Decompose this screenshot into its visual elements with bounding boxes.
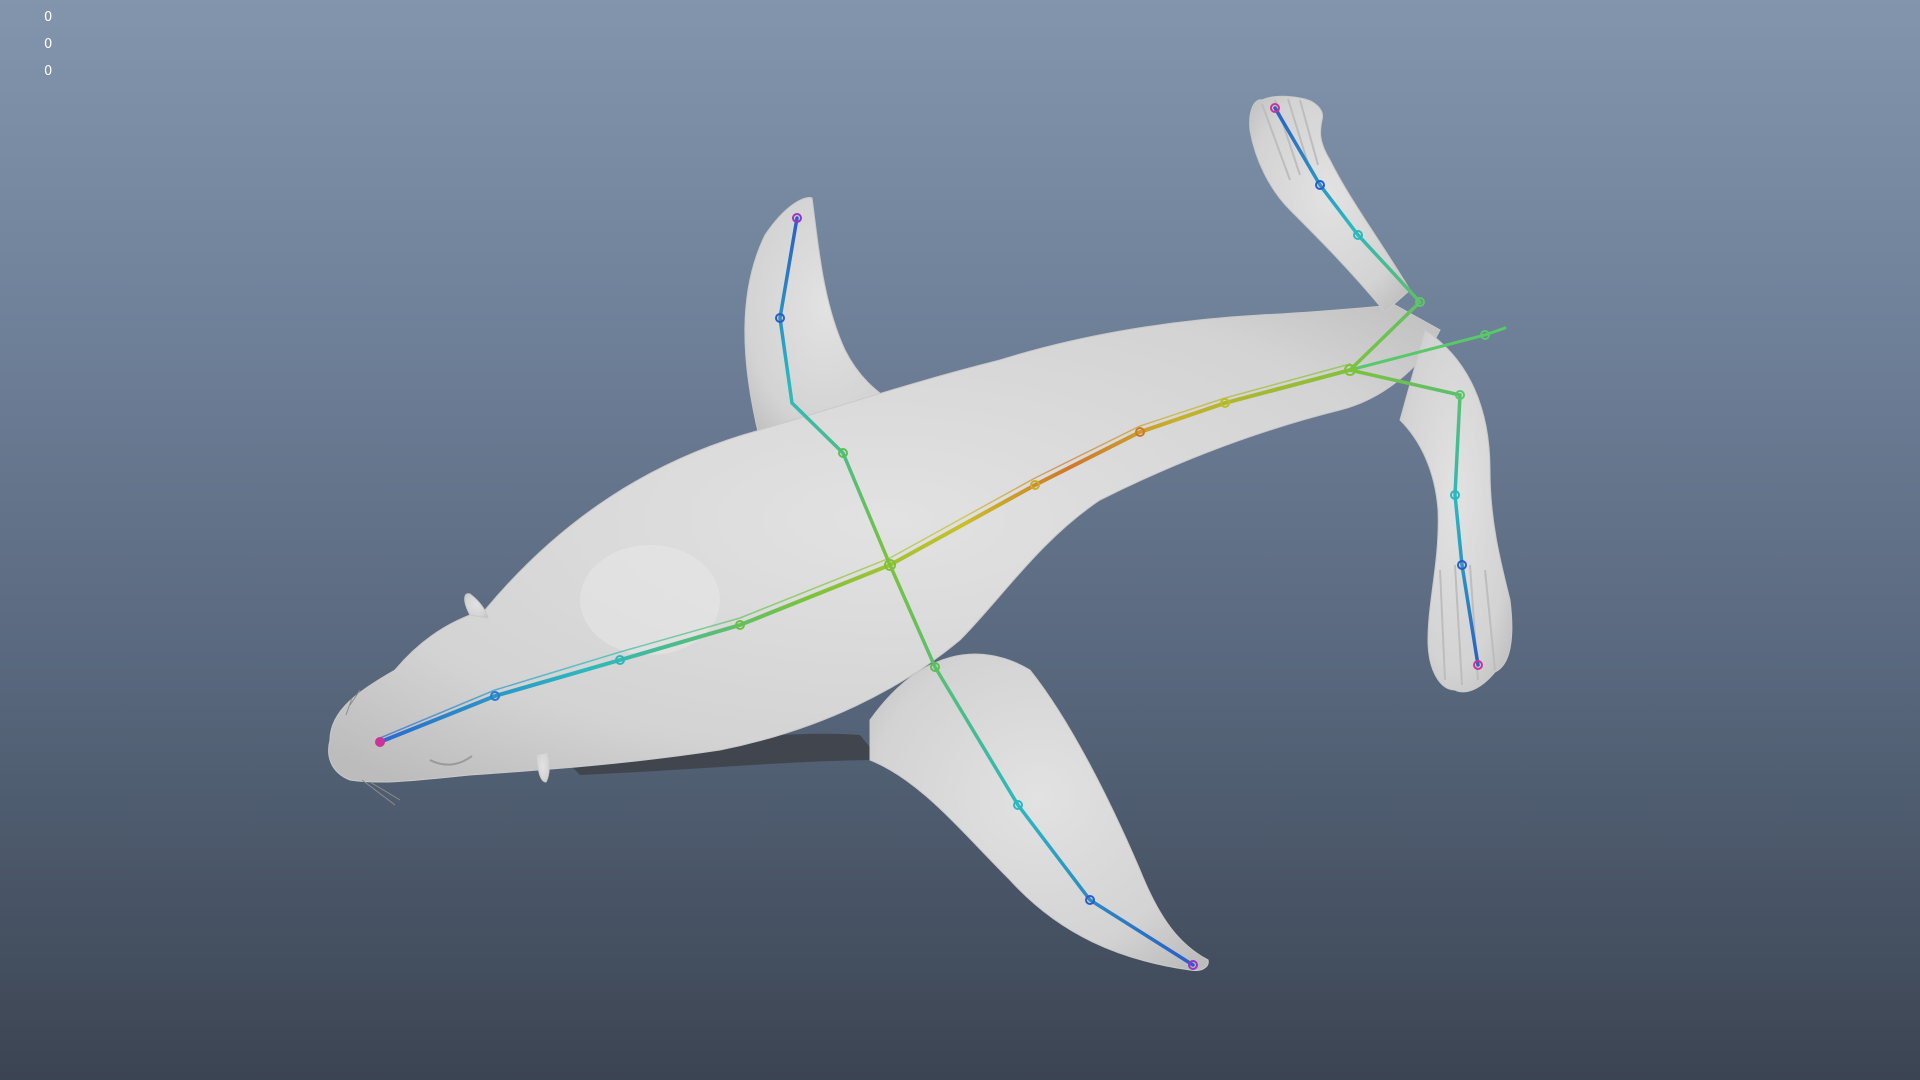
viewport-scene[interactable] — [0, 0, 1920, 1080]
hind-flipper-top[interactable] — [1249, 95, 1411, 313]
right-front-flipper[interactable] — [869, 653, 1209, 971]
head-end-joint — [375, 737, 385, 747]
maya-3d-viewport[interactable]: 0 0 0 — [0, 0, 1920, 1080]
right-ear — [535, 751, 550, 783]
sea-lion-mesh[interactable] — [328, 95, 1513, 971]
left-ear — [464, 593, 489, 619]
